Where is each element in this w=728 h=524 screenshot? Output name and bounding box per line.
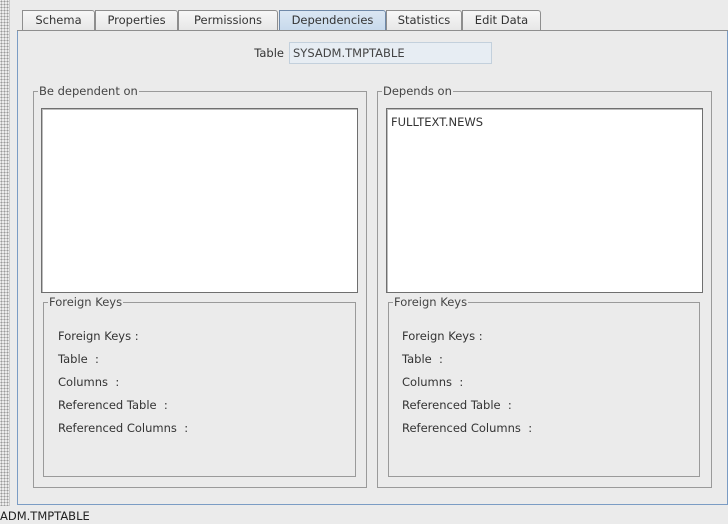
- right-columns-label: Columns :: [402, 375, 464, 389]
- depends-on-title: Depends on: [382, 84, 453, 98]
- left-foreign-keys-title: Foreign Keys: [48, 295, 124, 309]
- table-name-field: SYSADM.TMPTABLE: [289, 42, 492, 64]
- right-table-label: Table :: [402, 352, 443, 366]
- right-referenced-table-label: Referenced Table :: [402, 398, 512, 412]
- tab-statistics[interactable]: Statistics: [386, 10, 462, 31]
- be-dependent-on-title: Be dependent on: [38, 84, 139, 98]
- right-referenced-columns-label: Referenced Columns :: [402, 421, 533, 435]
- tab-properties[interactable]: Properties: [95, 10, 178, 31]
- left-table-label: Table :: [58, 352, 99, 366]
- tab-permissions[interactable]: Permissions: [178, 10, 278, 31]
- tab-dependencies[interactable]: Dependencies: [279, 10, 386, 31]
- splitter-border: [9, 0, 10, 506]
- right-foreign-keys-title: Foreign Keys: [393, 295, 469, 309]
- list-item[interactable]: FULLTEXT.NEWS: [391, 115, 483, 129]
- left-columns-label: Columns :: [58, 375, 120, 389]
- splitter-handle[interactable]: [0, 0, 9, 506]
- left-referenced-table-label: Referenced Table :: [58, 398, 168, 412]
- right-foreign-keys-label: Foreign Keys :: [402, 329, 483, 343]
- left-foreign-keys-label: Foreign Keys :: [58, 329, 139, 343]
- status-text: ADM.TMPTABLE: [0, 509, 90, 523]
- depends-on-list[interactable]: FULLTEXT.NEWS: [386, 108, 703, 293]
- tab-edit-data[interactable]: Edit Data: [462, 10, 541, 31]
- left-referenced-columns-label: Referenced Columns :: [58, 421, 189, 435]
- be-dependent-on-list[interactable]: [41, 108, 358, 293]
- tab-schema[interactable]: Schema: [22, 10, 95, 31]
- table-label: Table: [254, 46, 284, 60]
